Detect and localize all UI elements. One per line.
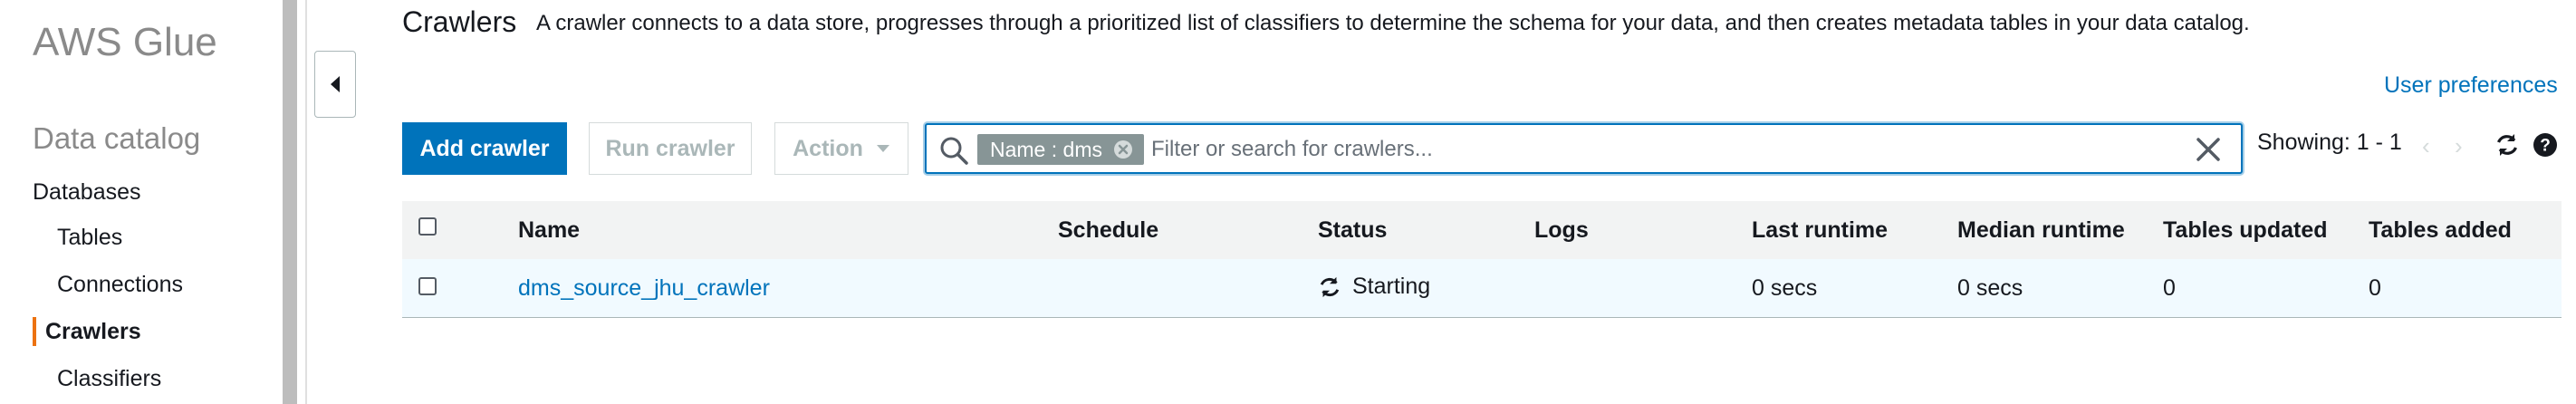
refresh-icon bbox=[1320, 276, 1340, 297]
column-header-status[interactable]: Status bbox=[1318, 217, 1387, 244]
caret-left-icon bbox=[331, 76, 340, 92]
sidebar: AWS Glue Data catalog Databases Tables C… bbox=[0, 0, 281, 404]
page-title: Crawlers bbox=[402, 5, 517, 38]
sidebar-item-tables[interactable]: Tables bbox=[57, 225, 122, 251]
pagination-count: Showing: 1 - 1 bbox=[2257, 130, 2402, 155]
svg-text:?: ? bbox=[2540, 137, 2551, 156]
sidebar-item-classifiers[interactable]: Classifiers bbox=[57, 366, 161, 392]
table-row[interactable]: dms_source_jhu_crawler Starting 0 secs 0… bbox=[402, 259, 2562, 318]
last-runtime-cell: 0 secs bbox=[1752, 275, 1818, 301]
tables-updated-cell: 0 bbox=[2163, 275, 2176, 301]
median-runtime-cell: 0 secs bbox=[1957, 275, 2023, 301]
remove-filter-icon[interactable] bbox=[1113, 139, 1133, 159]
column-header-tables-added[interactable]: Tables added bbox=[2369, 217, 2512, 244]
row-checkbox[interactable] bbox=[418, 277, 437, 295]
user-preferences-link[interactable]: User preferences bbox=[2384, 72, 2558, 99]
collapse-sidebar-button[interactable] bbox=[314, 51, 356, 118]
sidebar-item-connections[interactable]: Connections bbox=[57, 272, 183, 298]
previous-page-icon[interactable]: ‹ bbox=[2422, 132, 2430, 160]
search-input[interactable] bbox=[1151, 132, 2193, 167]
action-label: Action bbox=[793, 135, 863, 161]
add-crawler-button[interactable]: Add crawler bbox=[402, 122, 567, 175]
sidebar-scrollbar[interactable] bbox=[283, 0, 297, 404]
tables-added-cell: 0 bbox=[2369, 275, 2381, 301]
run-crawler-button[interactable]: Run crawler bbox=[589, 122, 752, 175]
section-title-data-catalog[interactable]: Data catalog bbox=[33, 121, 200, 156]
column-header-logs[interactable]: Logs bbox=[1534, 217, 1589, 244]
column-header-median-runtime[interactable]: Median runtime bbox=[1957, 217, 2125, 244]
app-title: AWS Glue bbox=[33, 20, 217, 64]
status-cell: Starting bbox=[1318, 274, 1430, 300]
column-header-name[interactable]: Name bbox=[518, 217, 580, 244]
sidebar-divider bbox=[305, 0, 307, 404]
page-description: A crawler connects to a data store, prog… bbox=[536, 11, 2250, 35]
filter-chip-label: Name : dms bbox=[990, 137, 1102, 161]
help-icon[interactable]: ? bbox=[2533, 132, 2558, 158]
caret-down-icon bbox=[876, 145, 889, 152]
status-text: Starting bbox=[1352, 274, 1431, 299]
sidebar-item-crawlers[interactable]: Crawlers bbox=[45, 319, 141, 345]
sidebar-item-databases[interactable]: Databases bbox=[33, 179, 141, 206]
refresh-icon[interactable] bbox=[2494, 132, 2520, 158]
search-icon bbox=[940, 137, 968, 165]
table-header: Name Schedule Status Logs Last runtime M… bbox=[402, 201, 2562, 260]
crawler-name-link[interactable]: dms_source_jhu_crawler bbox=[518, 275, 770, 302]
search-bar[interactable]: Name : dms bbox=[925, 123, 2243, 174]
close-icon[interactable] bbox=[2195, 136, 2222, 163]
column-header-schedule[interactable]: Schedule bbox=[1058, 217, 1158, 244]
active-indicator bbox=[33, 317, 36, 346]
column-header-tables-updated[interactable]: Tables updated bbox=[2163, 217, 2328, 244]
column-header-last-runtime[interactable]: Last runtime bbox=[1752, 217, 1888, 244]
next-page-icon[interactable]: › bbox=[2455, 132, 2463, 160]
filter-chip: Name : dms bbox=[977, 134, 1144, 165]
select-all-checkbox[interactable] bbox=[418, 217, 437, 236]
action-dropdown[interactable]: Action bbox=[774, 122, 908, 175]
